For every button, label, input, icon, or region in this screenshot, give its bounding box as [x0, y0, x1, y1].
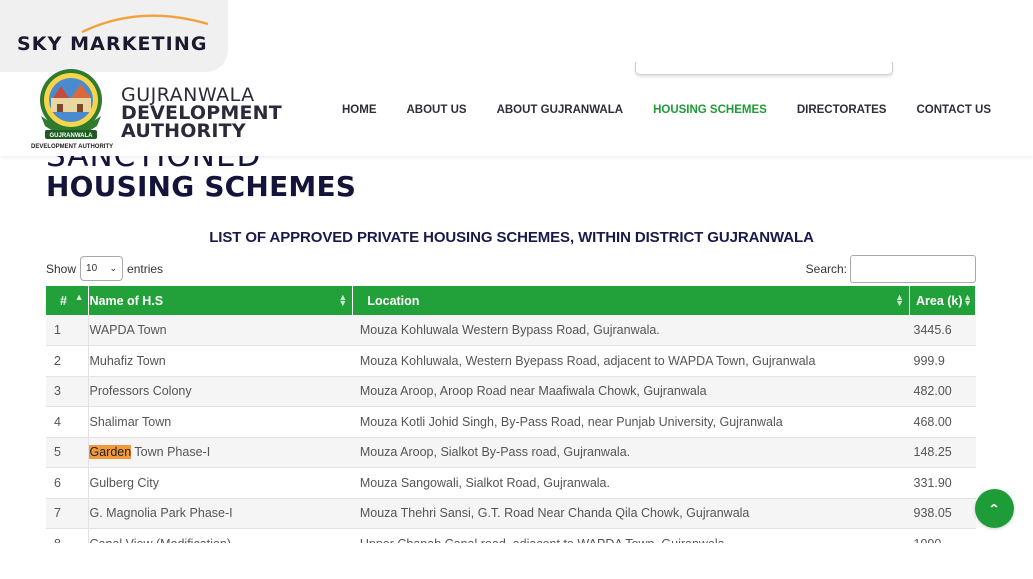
column-header-label: Area (k): [916, 293, 963, 308]
nav-directorates[interactable]: DIRECTORATES: [797, 104, 887, 116]
column-header-name[interactable]: Name of H.S ▲ ▼: [88, 286, 354, 315]
scroll-to-top-button[interactable]: ⌃: [975, 489, 1014, 528]
nav-contact-us[interactable]: CONTACT US: [916, 104, 991, 116]
cell-name-rest: Town Phase-I: [131, 445, 211, 460]
cell-index: 2: [46, 345, 90, 377]
nav-about-us[interactable]: ABOUT US: [407, 104, 467, 116]
nav-about-gujranwala[interactable]: ABOUT GUJRANWALA: [497, 104, 624, 116]
search-highlight: Garden: [89, 445, 132, 460]
org-name[interactable]: GUJRANWALA DEVELOPMENT AUTHORITY: [121, 86, 282, 142]
cell-area: 331.90: [909, 467, 976, 499]
nav-housing-schemes[interactable]: HOUSING SCHEMES: [653, 104, 767, 116]
cell-name: Shalimar Town: [88, 406, 353, 438]
cell-location: Mouza Thehri Sansi, G.T. Road Near Chand…: [352, 498, 910, 529]
table-row[interactable]: 7 G. Magnolia Park Phase-I Mouza Thehri …: [46, 498, 976, 529]
cell-index: 3: [46, 376, 90, 407]
cell-index: 7: [46, 498, 90, 529]
table-row[interactable]: 4 Shalimar Town Mouza Kotli Johid Singh,…: [46, 406, 976, 438]
table-header-row: # ▲ Name of H.S ▲ ▼ Location ▲ ▼ Area (k) …: [46, 286, 976, 315]
cell-index: 1: [46, 315, 90, 346]
table-row[interactable]: 1 WAPDA Town Mouza Kohluwala Western Byp…: [46, 315, 976, 346]
list-title: LIST OF APPROVED PRIVATE HOUSING SCHEMES…: [209, 229, 814, 246]
cell-location: Mouza Sangowali, Sialkot Road, Gujranwal…: [352, 467, 910, 499]
cell-location: Mouza Aroop, Sialkot By-Pass road, Gujra…: [352, 437, 910, 468]
cell-name: Muhafiz Town: [88, 345, 353, 377]
entries-select-value: 10: [86, 263, 98, 274]
column-header-label: #: [60, 293, 67, 308]
logo-caption: DEVELOPMENT AUTHORITY: [31, 144, 114, 150]
chevron-down-icon: ⌄: [109, 263, 118, 273]
column-header-area[interactable]: Area (k) ▲ ▼: [909, 286, 976, 315]
svg-text:GUJRANWALA: GUJRANWALA: [50, 133, 94, 139]
viewport-bottom-mask: [0, 543, 1033, 579]
cell-area: 999.9: [909, 345, 976, 377]
cell-name: G. Magnolia Park Phase-I: [88, 498, 353, 529]
table-row[interactable]: 2 Muhafiz Town Mouza Kohluwala, Western …: [46, 345, 976, 377]
cell-area: 148.25: [909, 437, 976, 468]
cell-location: Mouza Kotli Johid Singh, By-Pass Road, n…: [352, 406, 910, 438]
cell-area: 938.05: [909, 498, 976, 529]
nav-home[interactable]: HOME: [342, 104, 377, 116]
cell-name: Gulberg City: [88, 467, 353, 499]
housing-schemes-table: # ▲ Name of H.S ▲ ▼ Location ▲ ▼ Area (k) …: [46, 286, 976, 560]
sort-icon: ▲ ▼: [895, 292, 904, 308]
cell-location: Mouza Aroop, Aroop Road near Maafiwala C…: [352, 376, 910, 407]
main-nav: HOME ABOUT US ABOUT GUJRANWALA HOUSING S…: [342, 104, 991, 116]
cell-name: Garden Town Phase-I: [88, 437, 353, 468]
entries-label: entries: [127, 261, 164, 276]
brand-tag: SKY MARKETING: [17, 33, 208, 55]
cell-area: 3445.6: [909, 315, 976, 346]
site-header: SKY MARKETING GUJRANWALA DEVELOPMENT AUT…: [0, 0, 1033, 156]
entries-select[interactable]: 10 ⌄: [80, 256, 124, 281]
org-name-line: AUTHORITY: [121, 120, 246, 142]
table-row[interactable]: 3 Professors Colony Mouza Aroop, Aroop R…: [46, 376, 976, 407]
cell-name: WAPDA Town: [88, 315, 353, 346]
chevron-up-icon: ⌃: [988, 501, 1001, 516]
cell-index: 4: [46, 406, 90, 438]
column-header-label: Name of H.S: [89, 293, 164, 308]
table-search: Search:: [806, 255, 976, 283]
column-header-location[interactable]: Location ▲ ▼: [352, 286, 910, 315]
column-header-index[interactable]: # ▲: [46, 286, 90, 315]
sort-icon: ▲ ▼: [963, 292, 972, 308]
cell-index: 5: [46, 437, 90, 468]
entries-length-control: Show 10 ⌄ entries: [46, 256, 163, 281]
cell-name: Professors Colony: [88, 376, 353, 407]
table-row[interactable]: 5 Garden Town Phase-I Mouza Aroop, Sialk…: [46, 437, 976, 468]
table-row[interactable]: 6 Gulberg City Mouza Sangowali, Sialkot …: [46, 467, 976, 499]
cell-index: 6: [46, 467, 90, 499]
sort-icon: ▲ ▼: [338, 292, 348, 308]
search-input[interactable]: [850, 255, 976, 283]
cell-area: 482.00: [909, 376, 976, 407]
cell-location: Mouza Kohluwala Western Bypass Road, Guj…: [352, 315, 910, 346]
column-header-label: Location: [367, 293, 420, 308]
search-label: Search:: [805, 262, 847, 276]
show-label: Show: [46, 261, 77, 276]
sort-asc-icon: ▲: [74, 292, 84, 302]
top-search-dropdown[interactable]: [635, 62, 893, 75]
cell-area: 468.00: [909, 406, 976, 438]
sky-marketing-logo: SKY MARKETING: [0, 0, 228, 72]
logo-swoosh-icon: [81, 14, 209, 34]
cell-location: Mouza Kohluwala, Western Byepass Road, a…: [352, 345, 910, 377]
gda-emblem-icon[interactable]: GUJRANWALA: [35, 68, 107, 152]
